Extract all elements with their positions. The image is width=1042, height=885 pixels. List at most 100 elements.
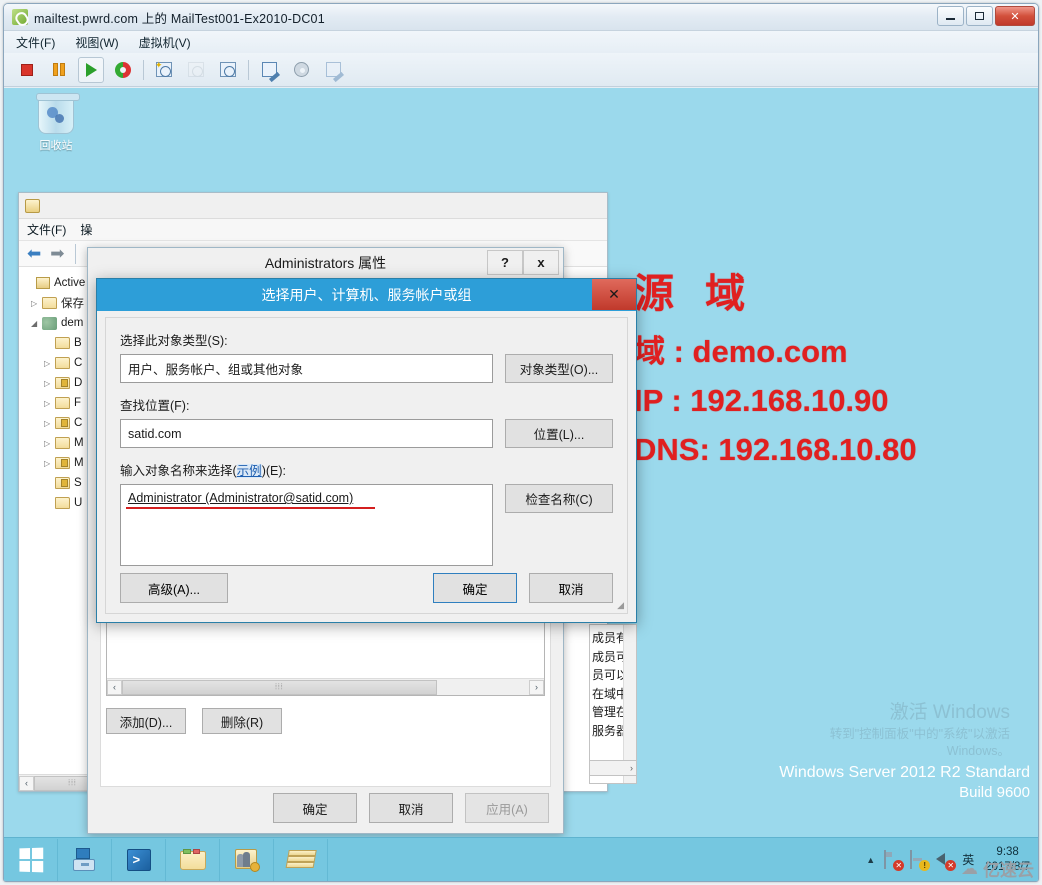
tree-expander-icon[interactable]: ▷	[44, 399, 55, 408]
tree-item-label: M	[74, 457, 84, 469]
vmware-titlebar: mailtest.pwrd.com 上的 MailTest001-Ex2010-…	[4, 4, 1038, 31]
tree-expander-icon[interactable]: ▷	[44, 359, 55, 368]
properties-cancel-button[interactable]: 取消	[369, 793, 453, 823]
tree-item-label: C	[74, 417, 83, 429]
power-off-button[interactable]	[14, 57, 40, 83]
tree-expander-icon[interactable]: ▷	[31, 299, 42, 308]
locations-button[interactable]: 位置(L)...	[505, 419, 613, 448]
select-dialog-titlebar: 选择用户、计算机、服务帐户或组 ✕	[97, 279, 636, 311]
select-users-dialog: 选择用户、计算机、服务帐户或组 ✕ 选择此对象类型(S): 用户、服务帐户、组或…	[96, 278, 637, 623]
select-cancel-button[interactable]: 取消	[529, 573, 613, 603]
power-on-button[interactable]	[78, 56, 104, 83]
add-member-button[interactable]: 添加(D)...	[106, 708, 186, 734]
server-manager-icon	[72, 847, 98, 872]
back-arrow-icon[interactable]: ⬅	[27, 245, 41, 262]
members-listbox[interactable]: ‹ ⦙⦙⦙ ›	[106, 618, 545, 696]
check-names-button[interactable]: 检查名称(C)	[505, 484, 613, 513]
taskbar-item-file-explorer[interactable]	[166, 838, 220, 881]
scroll-thumb[interactable]: ⦙⦙⦙	[122, 679, 437, 695]
tree-expander-icon[interactable]: ▷	[44, 419, 55, 428]
snapshot-manager-icon	[220, 62, 236, 77]
select-dialog-close-button[interactable]: ✕	[592, 279, 636, 310]
os-name: Windows Server 2012 R2 Standard	[779, 764, 1030, 781]
desktop-icon-recycle-bin[interactable]: 回收站	[26, 93, 86, 153]
location-label: 查找位置(F):	[120, 399, 190, 413]
tree-item-label: C	[74, 357, 83, 369]
guest-desktop: 回收站 源 域 域 : demo.com IP : 192.168.10.90 …	[4, 88, 1038, 881]
scroll-right-icon[interactable]: ›	[529, 679, 544, 695]
close-button[interactable]: ✕	[995, 6, 1035, 26]
cloud-icon: ☁	[961, 858, 978, 878]
revert-snapshot-icon	[188, 62, 204, 77]
object-names-label-prefix: 输入对象名称来选择(	[120, 464, 237, 478]
aduc-menu-action[interactable]: 操	[80, 221, 92, 238]
tree-expander-icon[interactable]: ▷	[44, 459, 55, 468]
cd-settings-icon	[293, 62, 309, 77]
object-names-row: Administrator (Administrator@satid.com) …	[120, 484, 613, 566]
resize-grip-icon[interactable]: ◢	[617, 600, 624, 611]
start-button[interactable]	[4, 838, 58, 881]
properties-dialog-titlebar: Administrators 属性 ? x	[88, 248, 563, 278]
description-hscrollbar[interactable]: ›	[589, 760, 637, 776]
devices-button[interactable]	[320, 57, 346, 83]
network-icon[interactable]: !	[910, 850, 931, 871]
vmware-vm-icon	[12, 9, 28, 25]
screenshot-root: mailtest.pwrd.com 上的 MailTest001-Ex2010-…	[0, 0, 1042, 885]
object-type-field[interactable]: 用户、服务帐户、组或其他对象	[120, 354, 493, 383]
brand-watermark: ☁ 亿速云	[961, 856, 1034, 881]
tree-expander-icon[interactable]: ◢	[31, 319, 42, 328]
tree-item-label: B	[74, 337, 82, 349]
revert-snapshot-button[interactable]	[183, 57, 209, 83]
console-root-icon	[36, 277, 50, 289]
menu-view[interactable]: 视图(W)	[75, 32, 128, 53]
tree-expander-icon[interactable]: ▷	[44, 439, 55, 448]
tree-expander-icon[interactable]: ▷	[44, 379, 55, 388]
forward-arrow-icon[interactable]: ➡	[50, 245, 64, 262]
brand-watermark-text: 亿速云	[983, 861, 1034, 880]
action-center-flag-icon[interactable]: ✕	[884, 850, 905, 871]
show-hidden-icons-icon[interactable]: ▲	[866, 855, 875, 865]
volume-icon[interactable]: ✕	[936, 851, 957, 871]
unity-button[interactable]	[256, 57, 282, 83]
snapshot-manager-button[interactable]	[215, 57, 241, 83]
taskbar-item-powershell[interactable]	[112, 838, 166, 881]
advanced-button[interactable]: 高级(A)...	[120, 573, 228, 603]
properties-ok-button[interactable]: 确定	[273, 793, 357, 823]
object-types-button[interactable]: 对象类型(O)...	[505, 354, 613, 383]
aduc-menu-file[interactable]: 文件(F)	[27, 221, 66, 238]
properties-apply-button[interactable]: 应用(A)	[465, 793, 549, 823]
folder-ou-icon	[55, 457, 70, 469]
location-field[interactable]: satid.com	[120, 419, 493, 448]
menu-file[interactable]: 文件(F)	[16, 32, 65, 53]
aduc-toolbar-separator	[74, 243, 76, 264]
activation-line-2: 转到"控制面板"中的"系统"以激活	[829, 726, 1010, 741]
select-ok-button[interactable]: 确定	[433, 573, 517, 603]
taskbar: ▲ ✕ ! ✕ 英 9:38 2017/8/7	[4, 837, 1038, 881]
red-annotation-block: 源 域 域 : demo.com IP : 192.168.10.90 DNS:…	[634, 274, 917, 465]
taskbar-item-aduc[interactable]	[220, 838, 274, 881]
select-dialog-content: 选择此对象类型(S): 用户、服务帐户、组或其他对象 对象类型(O)... 查找…	[120, 330, 613, 578]
properties-dialog-buttons: ? x	[487, 250, 559, 275]
taskbar-item-books[interactable]	[274, 838, 328, 881]
scroll-left-icon[interactable]: ‹	[107, 679, 122, 695]
folder-icon	[55, 397, 70, 409]
location-row: satid.com 位置(L)...	[120, 419, 613, 448]
select-dialog-body: 选择此对象类型(S): 用户、服务帐户、组或其他对象 对象类型(O)... 查找…	[105, 317, 628, 614]
object-names-input[interactable]: Administrator (Administrator@satid.com)	[120, 484, 493, 566]
help-button[interactable]: ?	[487, 250, 523, 275]
restore-button[interactable]	[966, 6, 993, 26]
reset-button[interactable]	[110, 57, 136, 83]
properties-close-button[interactable]: x	[523, 250, 559, 275]
scroll-right-icon[interactable]: ›	[630, 763, 633, 773]
remove-member-button[interactable]: 删除(R)	[202, 708, 282, 734]
taskbar-item-server-manager[interactable]	[58, 838, 112, 881]
suspend-button[interactable]	[46, 57, 72, 83]
examples-link[interactable]: 示例	[236, 464, 262, 478]
members-hscrollbar[interactable]: ‹ ⦙⦙⦙ ›	[107, 678, 544, 695]
take-snapshot-button[interactable]: ✦	[151, 57, 177, 83]
scroll-left-icon[interactable]: ‹	[19, 775, 34, 791]
cd-settings-button[interactable]	[288, 57, 314, 83]
menu-virtual-machine[interactable]: 虚拟机(V)	[139, 32, 201, 53]
minimize-button[interactable]	[937, 6, 964, 26]
object-type-row: 用户、服务帐户、组或其他对象 对象类型(O)...	[120, 354, 613, 383]
